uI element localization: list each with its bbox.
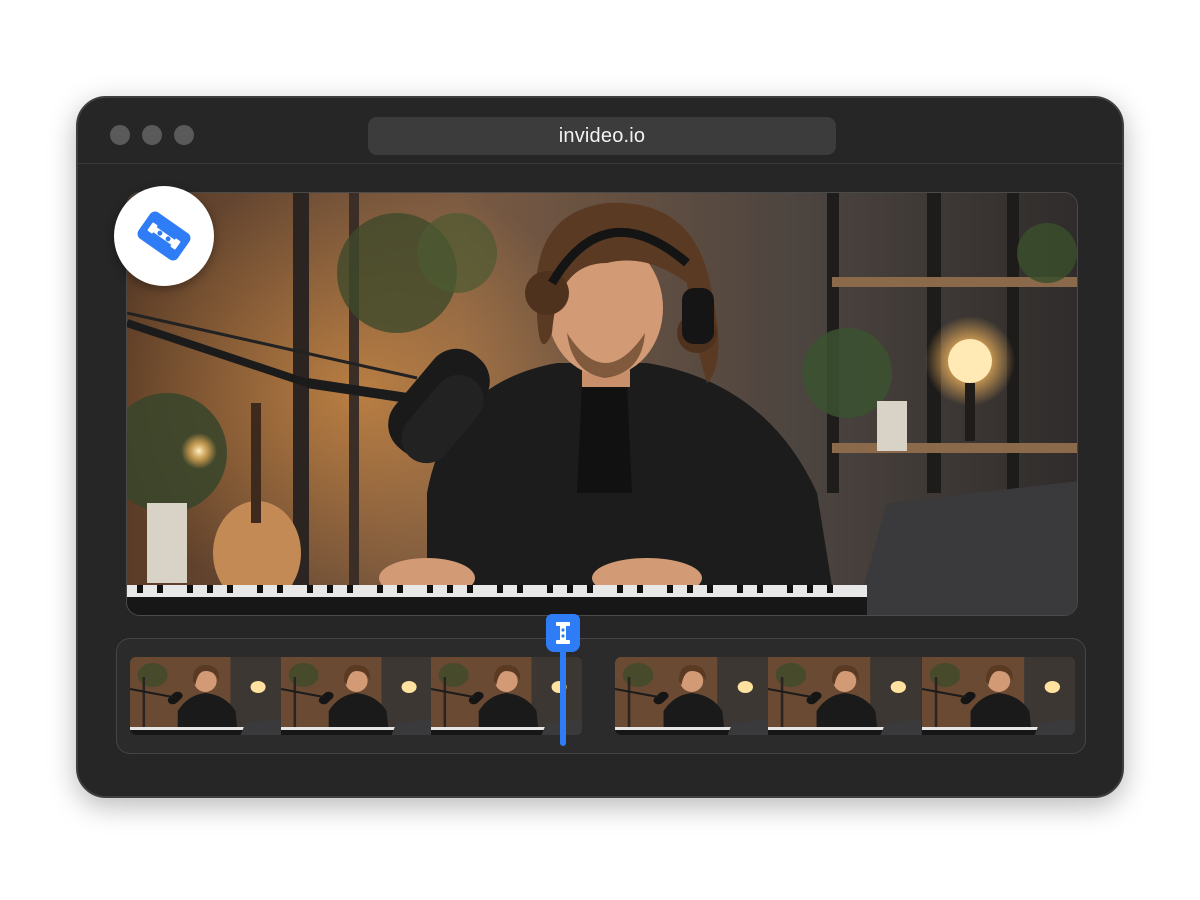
split-playhead-line[interactable]	[560, 640, 566, 746]
split-playhead-handle[interactable]	[546, 614, 580, 652]
clip-2-thumbnail	[921, 657, 1075, 735]
video-preview[interactable]	[126, 192, 1078, 616]
window-close-dot[interactable]	[110, 125, 130, 145]
address-bar[interactable]: invideo.io	[368, 117, 836, 155]
clip-2-thumbnail	[768, 657, 922, 735]
razor-blade-split-icon	[556, 622, 570, 644]
video-timeline[interactable]	[116, 638, 1086, 754]
split-tool-badge[interactable]	[114, 186, 214, 286]
timeline-clip-1[interactable]	[130, 657, 582, 735]
clip-2-thumbnail	[615, 657, 769, 735]
timeline-clip-2[interactable]	[615, 657, 1075, 735]
window-minimize-dot[interactable]	[142, 125, 162, 145]
clip-1-thumbnail	[130, 657, 281, 735]
browser-titlebar: invideo.io	[78, 98, 1122, 164]
video-frame-image	[127, 193, 1077, 615]
razor-blade-split-icon	[137, 211, 191, 261]
clip-1-thumbnail	[280, 657, 432, 735]
window-maximize-dot[interactable]	[174, 125, 194, 145]
browser-window: invideo.io	[76, 96, 1124, 798]
